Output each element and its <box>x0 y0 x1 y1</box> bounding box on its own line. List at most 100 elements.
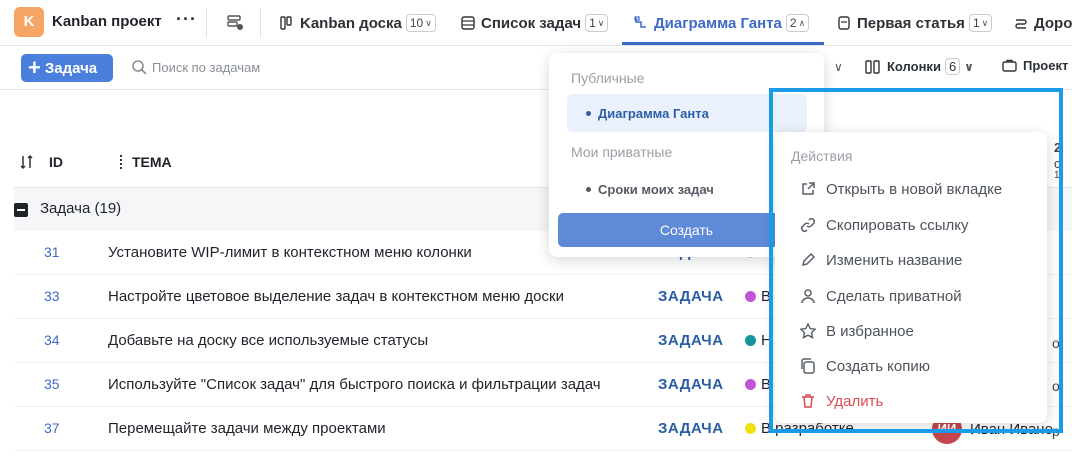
menu-item-label: Создать копию <box>826 357 930 375</box>
menu-item-delete[interactable]: Удалить <box>800 389 883 413</box>
external-link-icon <box>802 182 815 195</box>
link-icon <box>800 217 816 233</box>
task-topic[interactable]: Перемещайте задачи между проектами <box>108 420 386 437</box>
menu-item-copy-link[interactable]: Скопировать ссылку <box>800 213 969 237</box>
columns-button[interactable]: Колонки 6 ∨ <box>865 58 974 75</box>
task-status[interactable]: Н <box>761 332 772 349</box>
chevron-down-icon[interactable]: ∨ <box>834 60 843 74</box>
tab-label: Первая статья <box>857 14 965 32</box>
task-topic[interactable]: Добавьте на доску все используемые стату… <box>108 332 428 349</box>
tab-count-dropdown[interactable]: 1 ∨ <box>968 14 993 32</box>
pencil-icon <box>801 252 816 267</box>
timeline-fragment: 2 <box>1054 140 1062 155</box>
drag-handle-icon[interactable] <box>120 155 122 169</box>
actions-menu: Действия Открыть в новой вкладке Скопиро… <box>775 132 1047 423</box>
tab-label: Доро <box>1034 14 1072 32</box>
project-avatar[interactable]: K <box>14 7 44 37</box>
menu-item-open-new-tab[interactable]: Открыть в новой вкладке <box>800 177 1002 201</box>
task-id[interactable]: 31 <box>44 244 60 260</box>
task-status[interactable]: В <box>761 376 771 393</box>
timeline-fragment: 1 <box>1054 170 1060 181</box>
task-topic[interactable]: Используйте "Список задач" для быстрого … <box>108 376 601 393</box>
column-header-id[interactable]: ID <box>49 154 63 170</box>
task-id[interactable]: 33 <box>44 288 60 304</box>
task-type: ЗАДАЧА <box>658 288 724 305</box>
database-settings-icon[interactable] <box>226 14 244 32</box>
timeline-fragment: с <box>1054 156 1061 171</box>
task-status[interactable]: В <box>761 288 771 305</box>
task-type: ЗАДАЧА <box>658 332 724 349</box>
timeline-fragment: о <box>1052 335 1060 351</box>
task-id[interactable]: 37 <box>44 420 60 436</box>
bullet-icon <box>586 110 591 116</box>
task-type: ЗАДАЧА <box>658 420 724 437</box>
add-task-button[interactable]: + Задача <box>21 54 113 82</box>
menu-item-label: В избранное <box>826 322 914 340</box>
tab-count: 1 <box>589 16 596 30</box>
menu-item-label: Сделать приватной <box>826 287 962 305</box>
column-header-label: ТЕМА <box>132 154 172 170</box>
tab-first-article[interactable]: Первая статья 1 ∨ <box>837 12 993 34</box>
tab-kanban-board[interactable]: Kanban доска 10 ∨ <box>280 12 436 34</box>
tab-roadmap[interactable]: Доро <box>1014 12 1072 34</box>
view-item-gantt[interactable]: Диаграмма Ганта <box>567 94 807 132</box>
task-topic[interactable]: Установите WIP-лимит в контекстном меню … <box>108 244 472 261</box>
sort-icon[interactable] <box>20 154 34 170</box>
divider <box>206 8 207 38</box>
menu-item-favorite[interactable]: В избранное <box>800 319 914 343</box>
section-private-label: Мои приватные <box>571 144 673 160</box>
list-icon <box>461 16 475 30</box>
active-tab-indicator <box>622 42 824 45</box>
column-header-topic[interactable]: ТЕМА <box>120 154 172 170</box>
collapse-icon[interactable] <box>14 203 28 217</box>
view-item-my-deadlines[interactable]: Сроки моих задач <box>567 170 807 208</box>
columns-icon <box>865 59 880 74</box>
gantt-icon <box>634 16 646 28</box>
chevron-up-icon: ∧ <box>798 17 806 28</box>
view-toolbar: + Задача ∨ Колонки 6 ∨ Проект <box>0 46 1072 90</box>
timeline-fragment: р <box>1052 423 1060 439</box>
columns-label: Колонки <box>887 59 941 74</box>
columns-count: 6 <box>944 58 961 75</box>
menu-item-make-private[interactable]: Сделать приватной <box>800 284 962 308</box>
assignee-name[interactable]: Иван Ивано <box>970 421 1053 438</box>
task-id[interactable]: 35 <box>44 376 60 392</box>
task-id[interactable]: 34 <box>44 332 60 348</box>
menu-item-rename[interactable]: Изменить название <box>800 248 962 272</box>
project-filter-button[interactable]: Проект <box>1002 58 1068 73</box>
tab-label: Диаграмма Ганта <box>654 14 782 32</box>
bullet-icon <box>586 186 591 192</box>
menu-item-label: Открыть в новой вкладке <box>826 180 1003 198</box>
user-icon <box>801 289 815 304</box>
divider <box>260 8 261 38</box>
tab-count-dropdown[interactable]: 1 ∨ <box>585 14 609 32</box>
group-label: Задача (19) <box>40 200 122 217</box>
menu-item-label: Удалить <box>826 392 884 410</box>
tab-count: 1 <box>972 16 980 30</box>
search-input[interactable] <box>152 56 352 78</box>
task-topic[interactable]: Настройте цветовое выделение задач в кон… <box>108 288 564 305</box>
tab-count-dropdown[interactable]: 2 ∧ <box>785 14 810 32</box>
copy-icon <box>801 358 815 374</box>
status-dot <box>745 291 756 302</box>
search-icon <box>132 60 147 75</box>
menu-item-duplicate[interactable]: Создать копию <box>800 354 930 378</box>
top-tab-bar: K Kanban проект ··· Kanban доска 10 ∨ Спи… <box>0 0 1072 46</box>
tab-count-dropdown[interactable]: 10 ∨ <box>405 14 436 32</box>
tab-task-list[interactable]: Список задач 1 ∨ <box>461 12 609 34</box>
tab-count: 2 <box>789 16 797 30</box>
task-type: ЗАДАЧА <box>658 376 724 393</box>
roadmap-icon <box>1015 19 1027 29</box>
project-more-button[interactable]: ··· <box>176 9 197 30</box>
chevron-down-icon: ∨ <box>981 17 989 28</box>
plus-icon: + <box>28 55 41 80</box>
tab-count: 10 <box>409 16 424 30</box>
menu-item-label: Изменить название <box>826 251 963 269</box>
project-name[interactable]: Kanban проект <box>52 13 162 30</box>
add-task-label: Задача <box>44 59 98 77</box>
status-dot <box>745 379 756 390</box>
status-dot <box>745 423 756 434</box>
section-public-label: Публичные <box>571 70 645 86</box>
star-icon <box>800 323 816 339</box>
tab-gantt-chart[interactable]: Диаграмма Ганта 2 ∧ <box>634 12 810 34</box>
